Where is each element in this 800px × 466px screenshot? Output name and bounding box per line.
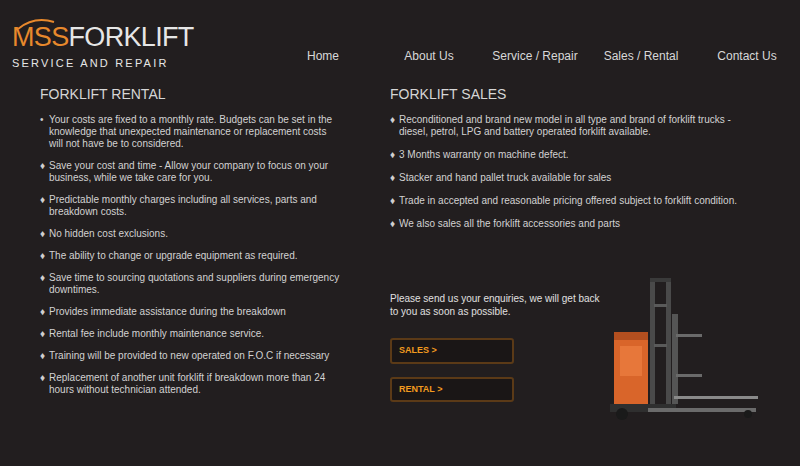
bullet-text: Save your cost and time - Allow your com…	[49, 160, 342, 184]
bullet-text: 3 Months warranty on machine defect.	[399, 149, 569, 161]
swoosh-icon	[16, 18, 56, 30]
bullet-mark: ♦	[390, 114, 399, 138]
logo[interactable]: MSSFORKLIFTSERVICE AND REPAIR	[12, 24, 221, 72]
bullet-item: ♦Trade in accepted and reasonable pricin…	[390, 195, 760, 207]
bullet-list: •Your costs are fixed to a monthly rate.…	[40, 114, 342, 396]
bullet-item: ♦3 Months warranty on machine defect.	[390, 149, 760, 161]
nav-item[interactable]: Contact Us	[694, 47, 800, 65]
logo-brand: FORKLIFT	[68, 24, 193, 51]
bullet-text: Predictable monthly charges including al…	[49, 194, 342, 218]
bullet-mark: ♦	[40, 194, 49, 218]
nav-item[interactable]: Service / Repair	[482, 47, 588, 65]
enquiry-button[interactable]: RENTAL >	[390, 377, 514, 403]
bullet-mark: ♦	[390, 149, 399, 161]
nav-item[interactable]: Home	[270, 47, 376, 65]
bullet-item: ♦Provides immediate assistance during th…	[40, 306, 342, 318]
bullet-mark: ♦	[40, 372, 49, 396]
bullet-item: ♦Save your cost and time - Allow your co…	[40, 160, 342, 184]
rental-title: FORKLIFT RENTAL	[40, 86, 342, 102]
enquiry-button[interactable]: SALES >	[390, 338, 514, 364]
bullet-item: ♦Training will be provided to new operat…	[40, 350, 342, 362]
bullet-text: Trade in accepted and reasonable pricing…	[399, 195, 737, 207]
bullet-mark: ♦	[40, 228, 49, 240]
bullet-item: ♦Rental fee include monthly maintenance …	[40, 328, 342, 340]
bullet-text: Reconditioned and brand new model in all…	[399, 114, 760, 138]
bullet-text: Rental fee include monthly maintenance s…	[49, 328, 264, 340]
bullet-item: ♦Save time to sourcing quotations and su…	[40, 272, 342, 296]
nav-item[interactable]: About Us	[376, 47, 482, 65]
bullet-mark: ♦	[40, 250, 49, 262]
bullet-mark: ♦	[40, 306, 49, 318]
forklift-icon	[610, 274, 760, 424]
bullet-item: ♦Reconditioned and brand new model in al…	[390, 114, 760, 138]
rental-section: FORKLIFT RENTAL •Your costs are fixed to …	[0, 80, 350, 424]
bullet-text: Your costs are fixed to a monthly rate. …	[49, 114, 342, 150]
enquiry-block: Please send us your enquiries, we will g…	[390, 292, 760, 424]
page: MSSFORKLIFTSERVICE AND REPAIRHomeAbout U…	[0, 0, 800, 466]
nav-item[interactable]: Sales / Rental	[588, 47, 694, 65]
bullet-mark: ♦	[40, 272, 49, 296]
header: MSSFORKLIFTSERVICE AND REPAIRHomeAbout U…	[0, 0, 800, 80]
bullet-list: ♦Reconditioned and brand new model in al…	[390, 114, 760, 230]
logo-tagline: SERVICE AND REPAIR	[12, 55, 221, 72]
sales-title: FORKLIFT SALES	[390, 86, 760, 102]
bullet-mark: ♦	[390, 195, 399, 207]
bullet-text: Provides immediate assistance during the…	[49, 306, 286, 318]
bullet-text: Save time to sourcing quotations and sup…	[49, 272, 342, 296]
bullet-text: Stacker and hand pallet truck available …	[399, 172, 611, 184]
bullet-text: No hidden cost exclusions.	[49, 228, 168, 240]
bullet-item: ♦The ability to change or upgrade equipm…	[40, 250, 342, 262]
bullet-item: ♦Replacement of another unit forklift if…	[40, 372, 342, 396]
bullet-mark: ♦	[390, 172, 399, 184]
bullet-text: We also sales all the forklift accessori…	[399, 218, 620, 230]
nav: HomeAbout UsService / RepairSales / Rent…	[270, 47, 800, 65]
bullet-text: The ability to change or upgrade equipme…	[49, 250, 298, 262]
bullet-text: Replacement of another unit forklift if …	[49, 372, 342, 396]
sales-section: FORKLIFT SALES♦Reconditioned and brand n…	[350, 80, 760, 424]
bullet-mark: ♦	[40, 160, 49, 184]
enquiry-text: Please send us your enquiries, we will g…	[390, 292, 604, 318]
bullet-item: ♦We also sales all the forklift accessor…	[390, 218, 760, 230]
bullet-item: •Your costs are fixed to a monthly rate.…	[40, 114, 342, 150]
content: FORKLIFT RENTAL •Your costs are fixed to …	[0, 80, 800, 424]
bullet-mark: •	[40, 114, 49, 150]
bullet-item: ♦Predictable monthly charges including a…	[40, 194, 342, 218]
bullet-text: Training will be provided to new operate…	[49, 350, 329, 362]
bullet-mark: ♦	[40, 328, 49, 340]
bullet-item: ♦Stacker and hand pallet truck available…	[390, 172, 760, 184]
bullet-mark: ♦	[390, 218, 399, 230]
bullet-mark: ♦	[40, 350, 49, 362]
bullet-item: ♦No hidden cost exclusions.	[40, 228, 342, 240]
